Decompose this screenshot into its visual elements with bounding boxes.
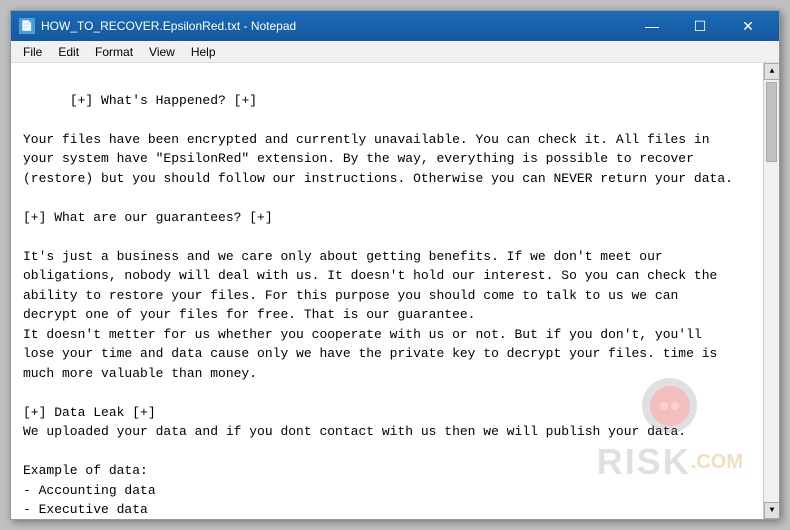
window-controls: — ☐ ✕ [629, 11, 771, 41]
title-bar: 📄 HOW_TO_RECOVER.EpsilonRed.txt - Notepa… [11, 11, 779, 41]
watermark-dots [660, 402, 679, 410]
menu-bar: File Edit Format View Help [11, 41, 779, 63]
menu-file[interactable]: File [15, 43, 50, 61]
menu-edit[interactable]: Edit [50, 43, 87, 61]
watermark-text: RISK [597, 435, 691, 489]
text-editor[interactable]: [+] What's Happened? [+] Your files have… [11, 63, 763, 519]
watermark-inner-circle [650, 386, 690, 426]
watermark-text-row: RISK .COM [597, 435, 743, 489]
menu-format[interactable]: Format [87, 43, 141, 61]
scroll-down-button[interactable]: ▼ [764, 502, 779, 519]
dot-2 [671, 402, 679, 410]
scroll-up-button[interactable]: ▲ [764, 63, 779, 80]
notepad-window: 📄 HOW_TO_RECOVER.EpsilonRed.txt - Notepa… [10, 10, 780, 520]
content-area: [+] What's Happened? [+] Your files have… [11, 63, 779, 519]
maximize-button[interactable]: ☐ [677, 11, 723, 41]
window-icon: 📄 [19, 18, 35, 34]
watermark-suffix: .COM [691, 447, 743, 477]
window-title: HOW_TO_RECOVER.EpsilonRed.txt - Notepad [41, 19, 629, 33]
minimize-button[interactable]: — [629, 11, 675, 41]
menu-help[interactable]: Help [183, 43, 224, 61]
vertical-scrollbar: ▲ ▼ [763, 63, 779, 519]
scrollbar-thumb[interactable] [766, 82, 777, 162]
dot-1 [660, 402, 668, 410]
ransom-note-text: [+] What's Happened? [+] Your files have… [23, 93, 733, 520]
menu-view[interactable]: View [141, 43, 183, 61]
scrollbar-track[interactable] [764, 80, 779, 502]
close-button[interactable]: ✕ [725, 11, 771, 41]
